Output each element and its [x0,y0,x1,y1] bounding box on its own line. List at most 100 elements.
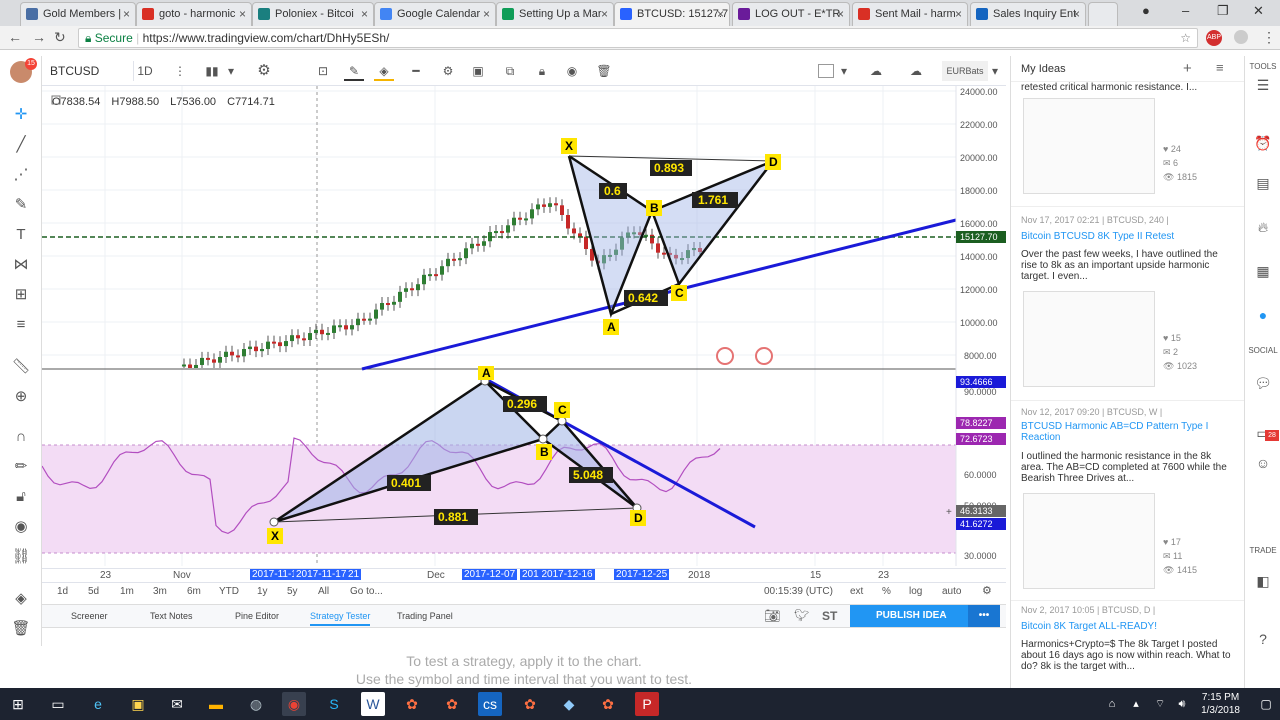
idea-title[interactable]: BTCUSD Harmonic AB=CD Pattern Type I Rea… [1021,421,1235,443]
candle-style-icon[interactable]: ▮▮ [202,61,222,81]
browser-tab[interactable]: Sales Inquiry Ent × [970,2,1086,26]
range-6m-button[interactable]: 6m [187,586,201,597]
hotlist-icon[interactable]: 🔥︎ [1254,218,1272,236]
tab-trading-panel[interactable]: Trading Panel [397,611,453,621]
word-icon[interactable]: W [361,692,385,716]
network-icon[interactable]: ⌂ [1100,692,1124,716]
stocktwits-icon[interactable]: ST [822,609,837,623]
close-icon[interactable]: × [361,3,368,25]
browser-tab[interactable]: Sent Mail - harm × [852,2,968,26]
edge-icon[interactable]: e [86,692,110,716]
close-icon[interactable]: × [239,3,246,25]
layout-icon[interactable] [818,64,834,78]
price-chart[interactable]: O7838.54 H7988.50 L7536.00 C7714.71 X A … [41,86,1006,584]
idea-title[interactable]: Bitcoin 8K Target ALL-READY! [1021,621,1157,632]
trendline-icon[interactable]: ╱ [10,134,32,156]
trade-icon[interactable]: ◧ [1254,572,1272,590]
idea-card[interactable]: Nov 12, 2017 09:20 | BTCUSD, W | BTCUSD … [1011,400,1244,600]
maximize-icon[interactable]: ❐ [1217,3,1229,19]
app-icon[interactable]: ✿ [400,692,424,716]
clone-icon[interactable]: ⧉ [500,61,520,81]
idea-card[interactable]: Nov 2, 2017 10:05 | BTCUSD, D | Bitcoin … [1011,600,1244,688]
browser-tab[interactable]: Setting Up a Mar × [496,2,614,26]
line-tool-icon[interactable]: ✎ [344,61,364,81]
event-flag-icon[interactable] [716,347,734,365]
pencil-lock-icon[interactable]: ✏︎ [10,456,32,478]
help-icon[interactable]: ? [1254,630,1272,648]
event-flag-icon[interactable] [755,347,773,365]
auto-toggle[interactable]: auto [942,586,961,597]
idea-card[interactable]: retested critical harmonic resistance. I… [1011,82,1244,202]
range-5d-button[interactable]: 5d [88,586,99,597]
app-icon[interactable]: cs [478,692,502,716]
browser-tab[interactable]: Gold Members | × [20,2,136,26]
app-icon[interactable]: ◆ [557,692,581,716]
calendar-icon[interactable]: ▦ [1254,262,1272,280]
prediction-icon[interactable]: ⊞ [10,284,32,306]
idea-thumbnail[interactable] [1023,98,1155,194]
browser-tab[interactable]: Google Calendar × [374,2,496,26]
range-1y-button[interactable]: 1y [257,586,268,597]
gear-icon[interactable]: ⚙ [982,584,992,597]
cloud-save-icon[interactable]: ☁ [904,61,928,81]
brush-icon[interactable]: ✎ [10,194,32,216]
ruler-icon[interactable]: 📏︎ [10,356,32,378]
percent-toggle[interactable]: % [882,586,891,597]
close-icon[interactable]: × [1073,3,1080,25]
lock-drawings-icon[interactable]: 🔓︎ [10,486,32,508]
range-1m-button[interactable]: 1m [120,586,134,597]
goto-button[interactable]: Go to... [350,586,383,597]
tray-icon[interactable]: ▴ [1124,692,1148,716]
new-tab-button[interactable] [1088,2,1118,26]
chart-area[interactable]: O7838.54 H7988.50 L7536.00 C7714.71 X A … [41,86,1006,584]
powerpoint-icon[interactable]: P [635,692,659,716]
browser-tab-active[interactable]: BTCUSD: 15127.7 × [614,2,730,26]
windows-start-icon[interactable]: ⊞ [6,692,30,716]
adblock-icon[interactable]: ABP [1206,30,1222,46]
interval-button[interactable]: 1D [132,61,158,81]
app-icon[interactable]: ✿ [440,692,464,716]
menu-icon[interactable]: ⋮ [1262,29,1276,46]
window-close-icon[interactable]: ✕ [1253,3,1264,19]
plus-icon[interactable]: + [946,507,952,518]
tab-strategy-tester[interactable]: Strategy Tester [310,611,371,626]
tab-pine-editor[interactable]: Pine Editor [235,611,279,621]
store-icon[interactable]: ▣ [126,692,150,716]
browser-tab[interactable]: Poloniex - Bitcoi × [252,2,374,26]
close-icon[interactable]: × [601,3,608,25]
chevron-down-icon[interactable]: ▾ [988,61,1002,81]
range-ytd-button[interactable]: YTD [219,586,239,597]
twitter-icon[interactable]: 🐦︎ [794,608,809,622]
fib-icon[interactable]: ⋰ [10,164,32,186]
mail-icon[interactable]: ✉ [165,692,189,716]
browser-tab[interactable]: goto - harmonic × [136,2,252,26]
add-icon[interactable]: + [1183,60,1192,77]
time-axis[interactable]: 23 Nov 2017-11-1 2017-11-17 21 Dec 2017-… [42,568,1006,582]
back-icon[interactable]: ← [8,29,22,45]
task-view-icon[interactable]: ▭ [46,692,70,716]
pattern-icon[interactable]: ⋈ [10,254,32,276]
minimize-icon[interactable]: – [1182,3,1189,18]
alarm-icon[interactable]: ⏰ [1254,134,1272,152]
range-3m-button[interactable]: 3m [153,586,167,597]
user-icon[interactable]: ● [1142,3,1150,18]
delete-icon[interactable]: 🗑︎ [594,61,614,81]
cursor-tool-icon[interactable]: ⊡ [312,61,334,81]
camera-icon[interactable]: 📷︎ [764,608,781,624]
publish-idea-button[interactable]: PUBLISH IDEA ••• [850,605,1000,627]
line-width-icon[interactable]: ━ [404,61,428,81]
symbol-input[interactable]: BTCUSD [50,61,134,81]
eye-icon[interactable]: ◉ [10,516,32,538]
url-field[interactable]: 🔒︎ Secure | https://www.tradingview.com/… [78,28,1198,48]
close-icon[interactable]: × [837,3,844,25]
idea-title[interactable]: Bitcoin BTCUSD 8K Type II Retest [1021,231,1174,242]
reload-icon[interactable]: ↻ [54,29,66,46]
template-icon[interactable]: ▣ [468,61,488,81]
more-icon[interactable]: ••• [968,605,1000,627]
system-clock[interactable]: 7:15 PM 1/3/2018 [1201,691,1240,717]
layers-icon[interactable]: ◈ [10,588,32,610]
close-icon[interactable]: × [123,3,130,25]
visibility-icon[interactable]: ◉ [562,61,582,81]
notifications-icon[interactable]: ▢ [1254,692,1278,716]
shapes-icon[interactable]: ≡ [10,314,32,336]
